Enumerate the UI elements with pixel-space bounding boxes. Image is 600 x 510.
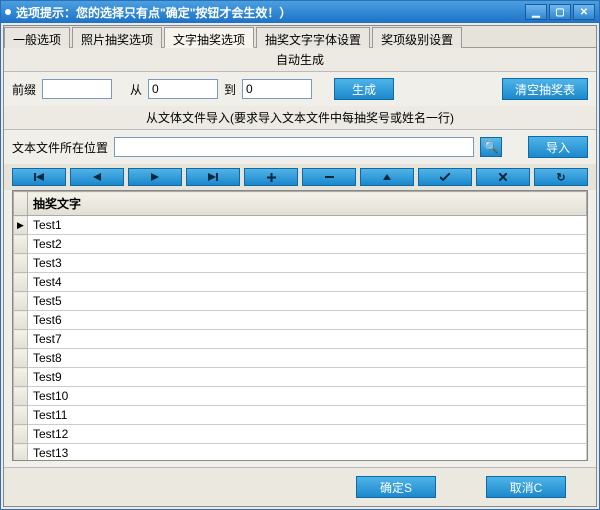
nav-delete-button[interactable] [302, 168, 356, 186]
import-button[interactable]: 导入 [528, 136, 588, 158]
grid-scroll[interactable]: 抽奖文字 ▶Test1Test2Test3Test4Test5Test6Test… [13, 191, 587, 460]
autogen-header: 自动生成 [4, 48, 596, 72]
to-input[interactable] [242, 79, 312, 99]
nav-first-button[interactable] [12, 168, 66, 186]
clear-table-button[interactable]: 清空抽奖表 [502, 78, 588, 100]
ok-button[interactable]: 确定S [356, 476, 436, 498]
table-row[interactable]: ▶Test1 [14, 216, 587, 235]
table-row[interactable]: Test3 [14, 254, 587, 273]
row-indicator-icon [14, 387, 28, 406]
from-input[interactable] [148, 79, 218, 99]
grid-cell[interactable]: Test1 [28, 216, 587, 235]
row-indicator-icon [14, 425, 28, 444]
search-icon: 🔍 [484, 140, 499, 154]
grid-cell[interactable]: Test11 [28, 406, 587, 425]
to-label: 到 [224, 81, 236, 98]
row-indicator-icon [14, 254, 28, 273]
table-row[interactable]: Test7 [14, 330, 587, 349]
row-indicator-icon [14, 311, 28, 330]
row-indicator-icon [14, 368, 28, 387]
grid-cell[interactable]: Test13 [28, 444, 587, 461]
row-indicator-icon [14, 292, 28, 311]
from-label: 从 [130, 81, 142, 98]
client-area: 一般选项照片抽奖选项文字抽奖选项抽奖文字字体设置奖项级别设置 自动生成 前缀 从… [3, 25, 597, 507]
maximize-button[interactable]: ▢ [549, 4, 571, 20]
table-row[interactable]: Test6 [14, 311, 587, 330]
title-bullet-icon [5, 9, 11, 15]
grid-cell[interactable]: Test7 [28, 330, 587, 349]
tab-1[interactable]: 照片抽奖选项 [72, 27, 162, 48]
generate-button[interactable]: 生成 [334, 78, 394, 100]
grid-column-header[interactable]: 抽奖文字 [28, 192, 587, 216]
grid-cell[interactable]: Test5 [28, 292, 587, 311]
table-row[interactable]: Test8 [14, 349, 587, 368]
dialog-footer: 确定S 取消C [4, 467, 596, 506]
table-row[interactable]: Test2 [14, 235, 587, 254]
table-row[interactable]: Test4 [14, 273, 587, 292]
table-row[interactable]: Test11 [14, 406, 587, 425]
grid-cell[interactable]: Test10 [28, 387, 587, 406]
row-indicator-icon: ▶ [14, 216, 28, 235]
grid-cell[interactable]: Test2 [28, 235, 587, 254]
minimize-button[interactable]: ▁ [525, 4, 547, 20]
record-nav-bar: ↻ [4, 164, 596, 190]
file-path-label: 文本文件所在位置 [12, 139, 108, 156]
nav-edit-button[interactable] [360, 168, 414, 186]
tab-2[interactable]: 文字抽奖选项 [164, 27, 254, 48]
row-indicator-icon [14, 330, 28, 349]
table-row[interactable]: Test12 [14, 425, 587, 444]
nav-refresh-button[interactable]: ↻ [534, 168, 588, 186]
table-row[interactable]: Test10 [14, 387, 587, 406]
nav-next-button[interactable] [128, 168, 182, 186]
tab-0[interactable]: 一般选项 [4, 27, 70, 48]
lottery-grid: 抽奖文字 ▶Test1Test2Test3Test4Test5Test6Test… [12, 190, 588, 461]
row-indicator-icon [14, 273, 28, 292]
grid-cell[interactable]: Test12 [28, 425, 587, 444]
nav-cancel-button[interactable] [476, 168, 530, 186]
nav-add-button[interactable] [244, 168, 298, 186]
title-bar: 选项提示：您的选择只有点"确定"按钮才会生效！） ▁ ▢ ✕ [1, 1, 599, 23]
browse-button[interactable]: 🔍 [480, 137, 502, 157]
row-indicator-icon [14, 444, 28, 461]
grid-cell[interactable]: Test9 [28, 368, 587, 387]
tab-panel-text-lottery: 自动生成 前缀 从 到 生成 清空抽奖表 从文体文件导入(要求导入文本文件中每抽… [4, 48, 596, 467]
prefix-input[interactable] [42, 79, 112, 99]
autogen-row: 前缀 从 到 生成 清空抽奖表 [4, 72, 596, 106]
tab-4[interactable]: 奖项级别设置 [372, 27, 462, 48]
grid-cell[interactable]: Test4 [28, 273, 587, 292]
table-row[interactable]: Test9 [14, 368, 587, 387]
close-button[interactable]: ✕ [573, 4, 595, 20]
row-indicator-icon [14, 349, 28, 368]
row-indicator-icon [14, 235, 28, 254]
nav-post-button[interactable] [418, 168, 472, 186]
file-path-input[interactable] [114, 137, 474, 157]
tab-3[interactable]: 抽奖文字字体设置 [256, 27, 370, 48]
grid-cell[interactable]: Test6 [28, 311, 587, 330]
row-indicator-icon [14, 406, 28, 425]
grid-cell[interactable]: Test3 [28, 254, 587, 273]
cancel-button[interactable]: 取消C [486, 476, 566, 498]
grid-cell[interactable]: Test8 [28, 349, 587, 368]
tab-strip: 一般选项照片抽奖选项文字抽奖选项抽奖文字字体设置奖项级别设置 [4, 26, 596, 48]
import-row: 文本文件所在位置 🔍 导入 [4, 130, 596, 164]
nav-last-button[interactable] [186, 168, 240, 186]
window-title: 选项提示：您的选择只有点"确定"按钮才会生效！） [16, 4, 291, 21]
table-row[interactable]: Test5 [14, 292, 587, 311]
table-row[interactable]: Test13 [14, 444, 587, 461]
prefix-label: 前缀 [12, 81, 36, 98]
app-window: 选项提示：您的选择只有点"确定"按钮才会生效！） ▁ ▢ ✕ 一般选项照片抽奖选… [0, 0, 600, 510]
nav-prev-button[interactable] [70, 168, 124, 186]
import-header: 从文体文件导入(要求导入文本文件中每抽奖号或姓名一行) [4, 106, 596, 130]
